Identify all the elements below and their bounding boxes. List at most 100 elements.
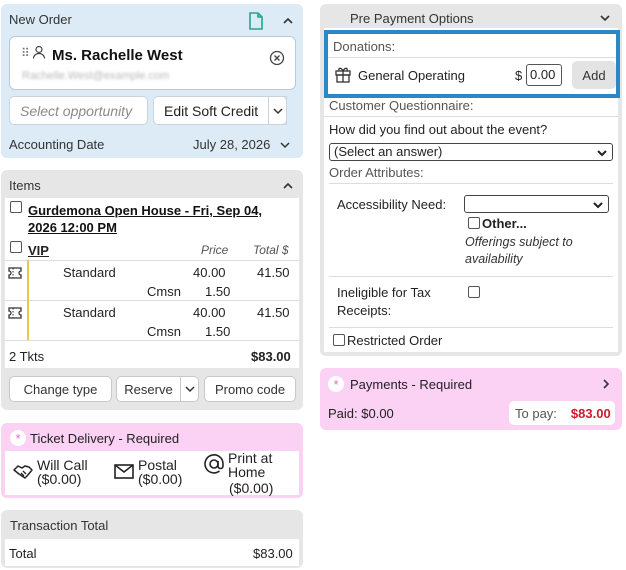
currency-symbol: $: [515, 68, 523, 83]
required-icon: *: [10, 430, 26, 446]
new-order-panel: New Order ⠿ Ms. Rachelle West Rachelle.W…: [1, 4, 303, 158]
ineligible-tax-checkbox[interactable]: [468, 286, 480, 298]
order-attributes-label: Order Attributes:: [329, 165, 424, 180]
commission-label: Cmsn: [147, 324, 181, 339]
restricted-order-label: Restricted Order: [347, 333, 443, 348]
drag-handle-icon[interactable]: ⠿: [21, 46, 30, 60]
soft-credit-dropdown[interactable]: [268, 96, 287, 125]
items-title: Items: [9, 178, 41, 193]
ticket-delivery-panel: * Ticket Delivery - Required Will Call ($…: [1, 423, 303, 498]
payments-panel[interactable]: * Payments - Required Paid: $0.00 To pay…: [320, 368, 622, 430]
document-icon[interactable]: [248, 12, 264, 30]
payments-title: Payments - Required: [350, 377, 473, 392]
ticket-price: 40.00: [193, 305, 226, 320]
delivery-option-print-at-home[interactable]: Print at Home: [203, 451, 299, 479]
chevron-down-icon[interactable]: [598, 11, 612, 25]
transaction-total-title: Transaction Total: [10, 518, 109, 533]
column-header-price: Price: [201, 243, 229, 257]
accessibility-label: Accessibility Need:: [337, 197, 447, 212]
at-sign-icon: [203, 453, 228, 478]
edit-soft-credit-button[interactable]: Edit Soft Credit: [153, 96, 287, 125]
donation-amount-input[interactable]: 0.00: [526, 64, 562, 86]
delivery-price: ($0.00): [37, 471, 82, 487]
fund-name: General Operating: [358, 68, 465, 83]
add-donation-button[interactable]: Add: [572, 61, 616, 89]
divider: [329, 327, 613, 328]
items-panel: Items Gurdemona Open House - Fri, Sep 04…: [1, 170, 303, 410]
divider: [328, 57, 616, 58]
envelope-icon: [113, 460, 138, 485]
commission-value: 1.50: [205, 324, 231, 339]
customer-name[interactable]: Ms. Rachelle West: [52, 47, 183, 64]
delivery-option-will-call[interactable]: Will Call ($0.00): [12, 458, 88, 486]
answer-select[interactable]: (Select an answer): [329, 143, 613, 161]
divider: [329, 183, 613, 184]
pre-payment-body: Donations: General Operating $ 0.00 Add …: [324, 28, 620, 352]
commission-value: 1.50: [205, 284, 231, 299]
change-type-button[interactable]: Change type: [9, 376, 112, 402]
event-checkbox[interactable]: [10, 201, 22, 213]
to-pay-box: To pay: $83.00: [509, 401, 615, 425]
section-checkbox[interactable]: [10, 241, 22, 253]
gift-icon: [334, 65, 352, 83]
divider: [5, 260, 299, 261]
opportunity-input[interactable]: Select opportunity: [9, 96, 148, 125]
pre-payment-title: Pre Payment Options: [350, 11, 474, 26]
ticket-count: 2 Tkts: [9, 349, 45, 364]
person-icon: [32, 45, 46, 59]
clear-customer-icon[interactable]: [269, 50, 285, 66]
total-value: $83.00: [253, 546, 293, 561]
accounting-date-value[interactable]: July 28, 2026: [193, 137, 270, 152]
chevron-down-icon: [183, 382, 197, 396]
divider: [5, 300, 299, 301]
promo-code-button[interactable]: Promo code: [204, 376, 296, 402]
column-header-total: Total $: [253, 243, 289, 257]
items-total: $83.00: [251, 349, 291, 364]
delivery-price: ($0.00): [229, 480, 274, 496]
questionnaire-label: Customer Questionnaire:: [329, 98, 474, 113]
ticket-bar: [27, 260, 29, 300]
divider: [5, 340, 299, 341]
ticket-delivery-title: Ticket Delivery - Required: [30, 431, 180, 446]
total-label: Total: [9, 546, 37, 561]
new-order-title: New Order: [9, 12, 72, 27]
reserve-button[interactable]: Reserve: [116, 376, 181, 402]
chevron-down-icon: [271, 104, 285, 118]
transaction-total-row: Total $83.00: [5, 539, 299, 566]
commission-label: Cmsn: [147, 284, 181, 299]
answer-select-value: (Select an answer): [334, 144, 443, 159]
reserve-dropdown[interactable]: [180, 376, 199, 402]
required-icon: *: [328, 376, 344, 392]
chevron-up-icon[interactable]: [281, 179, 295, 193]
customer-card[interactable]: ⠿ Ms. Rachelle West Rachelle.West@exampl…: [9, 36, 296, 90]
accounting-date-label: Accounting Date: [9, 137, 105, 152]
ticket-type[interactable]: Standard: [63, 305, 116, 320]
delivery-label: Print at Home: [228, 450, 273, 480]
accessibility-select[interactable]: [464, 195, 609, 213]
ticket-icon: [8, 267, 22, 279]
ticket-price: 40.00: [193, 265, 226, 280]
chevron-right-icon[interactable]: [599, 377, 613, 391]
to-pay-label: To pay:: [515, 405, 557, 421]
ticket-type[interactable]: Standard: [63, 265, 116, 280]
divider: [324, 116, 618, 117]
donations-label: Donations:: [333, 39, 396, 54]
transaction-total-panel: Transaction Total Total $83.00: [1, 510, 303, 568]
section-link[interactable]: VIP: [28, 243, 49, 258]
chevron-down-icon[interactable]: [278, 138, 292, 152]
delivery-price: ($0.00): [138, 471, 183, 487]
chevron-up-icon[interactable]: [281, 14, 295, 28]
to-pay-amount: $83.00: [570, 405, 611, 421]
ticket-total: 41.50: [257, 265, 290, 280]
delivery-option-postal[interactable]: Postal ($0.00): [113, 458, 182, 486]
ticket-icon: [8, 307, 22, 319]
items-list: Gurdemona Open House - Fri, Sep 04, 2026…: [5, 198, 299, 368]
divider: [329, 276, 613, 277]
delivery-options: Will Call ($0.00) Postal ($0.00) Print at …: [5, 451, 299, 496]
event-link[interactable]: Gurdemona Open House - Fri, Sep 04, 2026…: [28, 202, 290, 236]
pre-payment-options-panel: Pre Payment Options Donations: General O…: [320, 4, 622, 356]
restricted-order-checkbox[interactable]: [333, 334, 345, 346]
question-text: How did you find out about the event?: [329, 122, 548, 137]
ticket-bar: [27, 300, 29, 340]
other-checkbox[interactable]: [468, 217, 480, 229]
